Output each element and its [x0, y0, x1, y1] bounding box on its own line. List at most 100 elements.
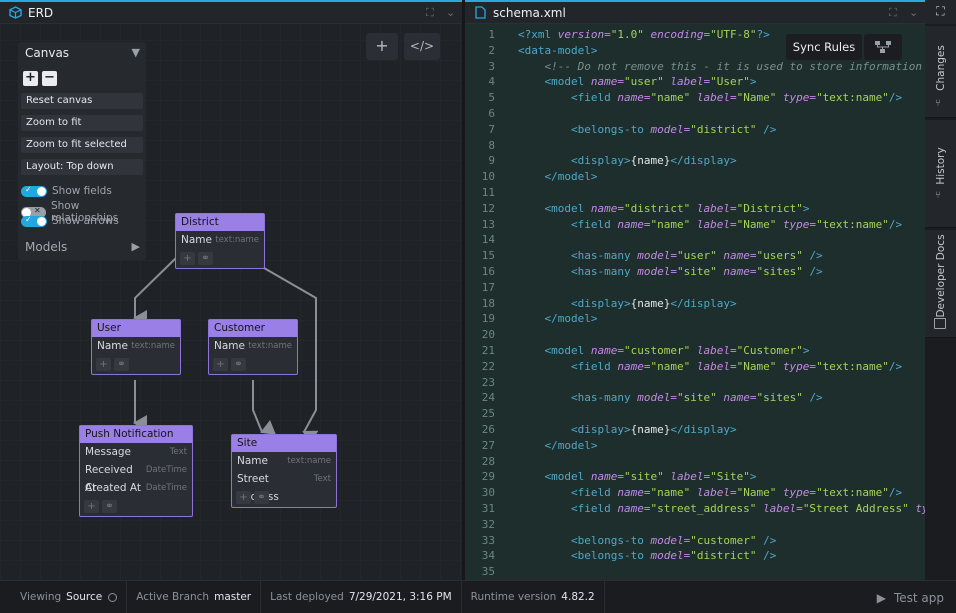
line-number: 23 [481, 375, 495, 389]
link-icon[interactable]: ⚭ [114, 358, 129, 371]
code-view-button[interactable]: </> [404, 33, 440, 60]
commit-icon: ⑂ [935, 190, 941, 201]
line-number: 9 [488, 154, 495, 168]
book-icon [934, 318, 946, 329]
line-content: <model name="district" label="District"> [544, 201, 810, 215]
line-content: <has-many model="user" name="users" /> [570, 249, 823, 263]
line-number: 32 [481, 517, 495, 531]
maximize-icon[interactable]: ⛶ [426, 6, 434, 20]
line-number: 12 [481, 201, 495, 215]
node-customer[interactable]: Customer Name text:name + ⚭ [208, 319, 298, 375]
line-number: 2 [488, 43, 495, 57]
node-footer: + ⚭ [176, 249, 264, 268]
sync-rules-button[interactable]: Sync Rules [786, 34, 862, 60]
zoom-to-fit-selected-button[interactable]: Zoom to fit selected [21, 137, 143, 153]
line-number: 14 [481, 233, 495, 247]
line-number: 19 [481, 312, 495, 326]
code-editor[interactable]: 1 <?xml version="1.0" encoding="UTF-8"?> 2… [465, 24, 925, 580]
line-number: 21 [481, 344, 495, 357]
line-number: 10 [481, 170, 495, 184]
right-rail: ⛶ Changes ⑂ History ⑂ Developer Docs [925, 0, 956, 580]
toggle-switch[interactable]: ✓ [21, 185, 47, 197]
node-field: Name text:name [181, 234, 259, 246]
line-number: 33 [481, 533, 495, 547]
code-tab-bar: schema.xml ⛶ ⌄ [465, 0, 925, 24]
line-content: <belongs-to model="district" /> [570, 122, 777, 136]
expand-caret-icon[interactable]: ▶ [132, 240, 140, 253]
line-number: 18 [481, 296, 495, 310]
reset-canvas-button[interactable]: Reset canvas [21, 93, 143, 109]
line-number: 6 [488, 107, 495, 120]
refresh-icon[interactable] [108, 592, 118, 602]
line-number: 1 [488, 28, 495, 41]
code-tab-title[interactable]: schema.xml [493, 6, 566, 20]
maximize-icon[interactable]: ⛶ [889, 6, 897, 20]
line-content: <has-many model="site" name="sites" /> [570, 391, 823, 405]
viewing-status[interactable]: Viewing Source [0, 580, 128, 613]
runtime-status: Runtime version 4.82.2 [462, 580, 605, 613]
line-content: <field name="name" label="Name" type="te… [570, 91, 903, 105]
link-icon[interactable]: ⚭ [102, 500, 117, 513]
branch-status[interactable]: Active Branch master [127, 580, 262, 613]
line-number: 29 [481, 470, 495, 484]
node-site[interactable]: Site Name text:name Street Address Text … [231, 434, 337, 508]
rail-tab-developer-docs[interactable]: Developer Docs [925, 230, 956, 338]
node-field: Street Address Text [237, 473, 331, 503]
add-field-icon[interactable]: + [96, 358, 111, 371]
line-number: 3 [488, 59, 495, 73]
line-content: <?xml version="1.0" encoding="UTF-8"?> [518, 28, 770, 41]
edge-customer-site [252, 380, 277, 435]
chevron-down-icon[interactable]: ⌄ [446, 6, 455, 19]
line-number: 25 [481, 407, 495, 421]
rail-tab-changes[interactable]: Changes ⑂ [925, 26, 956, 118]
line-content: </model> [544, 312, 598, 326]
models-section-label[interactable]: Models [25, 240, 67, 254]
collapse-caret-icon[interactable]: ▼ [132, 46, 140, 59]
add-field-icon[interactable]: + [236, 491, 251, 504]
toggle-switch[interactable]: ✓ [21, 215, 47, 227]
add-field-icon[interactable]: + [180, 252, 195, 265]
zoom-in-button[interactable]: + [23, 71, 38, 86]
line-number: 13 [481, 217, 495, 231]
line-number: 11 [481, 186, 495, 199]
test-app-button[interactable]: ▶ Test app [877, 581, 944, 613]
node-field: Message Text [85, 446, 187, 458]
zoom-out-button[interactable]: − [42, 71, 57, 86]
diagram-icon[interactable] [864, 34, 902, 60]
line-number: 16 [481, 265, 495, 278]
layout-button[interactable]: Layout: Top down [21, 159, 143, 175]
line-content: <field name="name" label="Name" type="te… [570, 359, 903, 373]
line-number: 17 [481, 280, 495, 294]
erd-canvas[interactable]: ERD ⛶ ⌄ + </> Canvas ▼ + − Reset canvas … [0, 0, 462, 580]
rail-tab-history[interactable]: History ⑂ [925, 120, 956, 228]
node-footer: + ⚭ [209, 355, 297, 374]
chevron-down-icon[interactable]: ⌄ [909, 6, 918, 19]
node-title: District [176, 214, 264, 231]
line-number: 5 [488, 91, 495, 105]
link-icon[interactable]: ⚭ [231, 358, 246, 371]
node-title: User [92, 320, 180, 337]
link-icon[interactable]: ⚭ [198, 252, 213, 265]
line-content: <display>{name}</display> [570, 154, 737, 168]
fullscreen-icon[interactable]: ⛶ [925, 0, 956, 24]
branch-icon: ⑂ [935, 98, 941, 109]
add-field-icon[interactable]: + [84, 500, 99, 513]
node-push-notification[interactable]: Push Notification Message Text Received … [79, 425, 193, 517]
toggle-show-fields[interactable]: ✓ Show fields [21, 185, 112, 197]
node-user[interactable]: User Name text:name + ⚭ [91, 319, 181, 375]
edge-district-user [133, 257, 177, 326]
line-number: 27 [481, 438, 495, 452]
add-model-button[interactable]: + [366, 33, 398, 60]
canvas-panel-title: Canvas [25, 46, 70, 60]
line-content: <belongs-to model="district" /> [570, 549, 777, 563]
link-icon[interactable]: ⚭ [254, 491, 269, 504]
node-title: Site [232, 435, 336, 452]
zoom-to-fit-button[interactable]: Zoom to fit [21, 115, 143, 131]
line-number: 34 [481, 549, 495, 563]
add-field-icon[interactable]: + [213, 358, 228, 371]
toggle-show-arrows[interactable]: ✓ Show arrows [21, 215, 119, 227]
line-number: 24 [481, 391, 495, 405]
line-content: <model name="customer" label="Customer"> [544, 344, 810, 357]
erd-tab-title[interactable]: ERD [28, 6, 53, 20]
node-district[interactable]: District Name text:name + ⚭ [175, 213, 265, 269]
